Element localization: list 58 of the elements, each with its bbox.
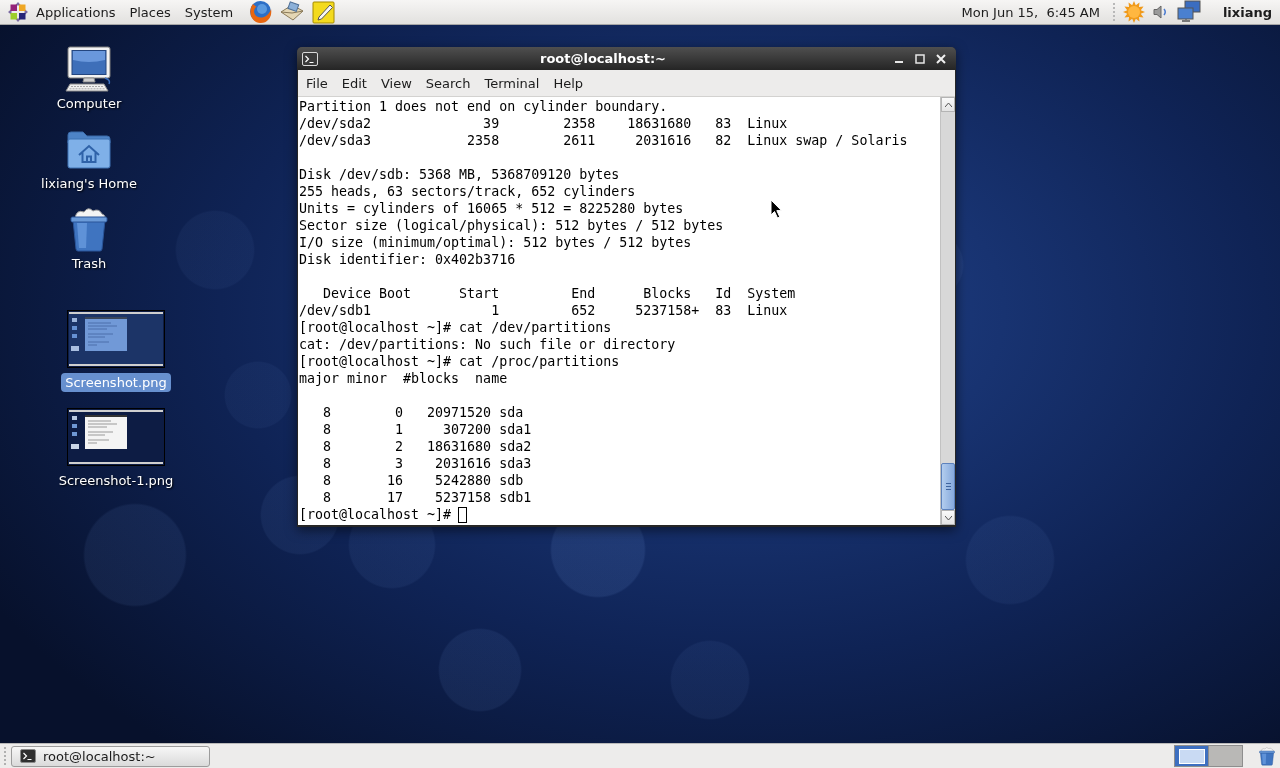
caret-up-icon xyxy=(944,102,952,107)
panel-menu[interactable]: System xyxy=(177,0,241,24)
maximize-icon[interactable] xyxy=(914,53,925,64)
terminal-line: 8 3 2031616 sda3 xyxy=(322,455,532,472)
menu-item[interactable]: View xyxy=(373,71,419,95)
terminal-line: [root@localhost ~]# cat /dev/partitions xyxy=(299,319,612,336)
terminal-line: /dev/sda3 2358 2611 2031616 82 Linux swap / Solaris xyxy=(299,132,908,149)
menu-item[interactable]: Search xyxy=(418,71,478,95)
terminal-icon xyxy=(20,748,36,764)
desktop-item-label[interactable]: Screenshot-1.png xyxy=(54,471,178,490)
terminal-line: 8 2 18631680 sda2 xyxy=(322,438,532,455)
desktop-item-label[interactable]: Computer xyxy=(52,94,126,113)
menu-item[interactable]: Edit xyxy=(334,71,374,95)
terminal-line: Disk /dev/sdb: 5368 MB, 5368709120 bytes xyxy=(299,166,620,183)
terminal-line: 8 1 307200 sda1 xyxy=(322,421,532,438)
scroll-down-button[interactable] xyxy=(941,510,955,525)
clock[interactable]: Mon Jun 15, 6:45 AM xyxy=(954,0,1107,24)
scroll-thumb[interactable] xyxy=(941,463,955,510)
image-thumbnail[interactable] xyxy=(67,408,165,466)
logo-icon xyxy=(8,2,28,22)
caret-down-icon xyxy=(944,515,952,520)
terminal-line: 255 heads, 63 sectors/track, 652 cylinders xyxy=(299,183,636,200)
mouse-pointer-icon xyxy=(770,199,783,219)
taskbar-button[interactable]: root@localhost:~ xyxy=(11,745,210,767)
menu-item[interactable]: File xyxy=(299,71,335,95)
terminal-line: /dev/sda2 39 2358 18631680 83 Linux xyxy=(299,115,788,132)
notepad-icon[interactable] xyxy=(312,0,337,24)
terminal-line: /dev/sdb1 1 652 5237158+ 83 Linux xyxy=(299,302,788,319)
terminal-line: Disk identifier: 0x402b3716 xyxy=(299,251,516,268)
menu-item[interactable]: Help xyxy=(546,71,591,95)
terminal-line: I/O size (minimum/optimal): 512 bytes / 512 bytes xyxy=(299,234,692,251)
panel-menu[interactable]: Applications xyxy=(1,0,123,24)
scroll-up-button[interactable] xyxy=(941,97,955,112)
terminal-line: 8 16 5242880 sdb xyxy=(322,472,524,489)
panel-menu[interactable]: Places xyxy=(122,0,178,24)
globe-icon[interactable] xyxy=(248,0,273,24)
terminal-line: Partition 1 does not end on cylinder boundary. xyxy=(299,98,668,115)
terminal-icon xyxy=(302,50,318,67)
terminal-line: [root@localhost ~]# cat /proc/partitions xyxy=(299,353,620,370)
command-prompt: [root@localhost ~]# xyxy=(299,506,452,523)
user-menu[interactable]: lixiang xyxy=(1214,0,1280,24)
close-icon[interactable] xyxy=(935,53,946,64)
terminal-line: 8 17 5237158 sdb1 xyxy=(322,489,532,506)
speaker-icon[interactable] xyxy=(1152,4,1169,20)
terminal-line: 8 0 20971520 sda xyxy=(322,404,524,421)
block-cursor-icon xyxy=(458,506,468,523)
terminal-line: Sector size (logical/physical): 512 bytes / 512 bytes xyxy=(299,217,724,234)
monitors-icon[interactable] xyxy=(1176,0,1201,24)
desktop-item-label[interactable]: Trash xyxy=(67,254,111,273)
desktop-item-label[interactable]: lixiang's Home xyxy=(37,174,141,193)
terminal-line: cat: /dev/partitions: No such file or directory xyxy=(299,336,676,353)
menu-item[interactable]: Terminal xyxy=(477,71,547,95)
window-title: root@localhost:~ xyxy=(538,51,667,66)
terminal-line: Units = cylinders of 16065 * 512 = 8225280 bytes xyxy=(299,200,684,217)
image-thumbnail[interactable] xyxy=(67,310,165,368)
terminal-line: major minor #blocks name xyxy=(299,370,508,387)
terminal-line: Device Boot Start End Blocks Id System xyxy=(322,285,796,302)
computer-icon[interactable] xyxy=(65,45,113,93)
